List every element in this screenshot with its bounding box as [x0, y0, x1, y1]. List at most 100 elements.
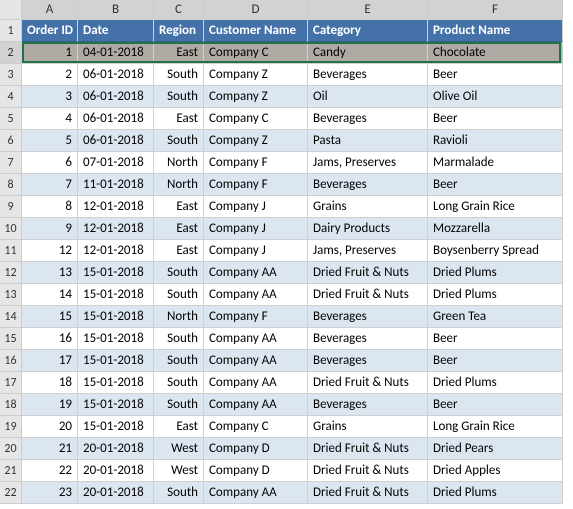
- cell[interactable]: Grains: [308, 416, 428, 438]
- cell[interactable]: Company C: [204, 416, 308, 438]
- cell[interactable]: Dried Fruit & Nuts: [308, 438, 428, 460]
- cell[interactable]: Jams, Preserves: [308, 240, 428, 262]
- cell[interactable]: Company F: [204, 174, 308, 196]
- cell[interactable]: Beverages: [308, 394, 428, 416]
- cell[interactable]: Boysenberry Spread: [428, 240, 563, 262]
- row-header[interactable]: 9: [0, 196, 22, 218]
- cell[interactable]: Company Z: [204, 64, 308, 86]
- cell[interactable]: Dried Plums: [428, 372, 563, 394]
- cell[interactable]: Beverages: [308, 64, 428, 86]
- cell[interactable]: West: [154, 460, 204, 482]
- cell[interactable]: Olive Oil: [428, 86, 563, 108]
- cell[interactable]: Company AA: [204, 328, 308, 350]
- cell[interactable]: 15-01-2018: [78, 284, 154, 306]
- table-header-cell[interactable]: Order ID: [22, 20, 78, 42]
- cell[interactable]: 15-01-2018: [78, 328, 154, 350]
- cell[interactable]: Dried Plums: [428, 262, 563, 284]
- cell[interactable]: East: [154, 196, 204, 218]
- cell[interactable]: East: [154, 42, 204, 64]
- cell[interactable]: 12-01-2018: [78, 196, 154, 218]
- cell[interactable]: Company F: [204, 152, 308, 174]
- cell[interactable]: Company D: [204, 460, 308, 482]
- cell[interactable]: South: [154, 328, 204, 350]
- cell[interactable]: Company AA: [204, 394, 308, 416]
- row-header[interactable]: 18: [0, 394, 22, 416]
- cell[interactable]: South: [154, 86, 204, 108]
- cell[interactable]: East: [154, 218, 204, 240]
- row-header[interactable]: 21: [0, 460, 22, 482]
- cell[interactable]: South: [154, 482, 204, 504]
- cell[interactable]: 15-01-2018: [78, 350, 154, 372]
- col-header-C[interactable]: C: [154, 0, 204, 20]
- cell[interactable]: 19: [22, 394, 78, 416]
- row-header[interactable]: 22: [0, 482, 22, 504]
- cell[interactable]: Company J: [204, 218, 308, 240]
- table-header-cell[interactable]: Region: [154, 20, 204, 42]
- cell[interactable]: 18: [22, 372, 78, 394]
- cell[interactable]: 7: [22, 174, 78, 196]
- table-header-cell[interactable]: Product Name: [428, 20, 563, 42]
- cell[interactable]: Dried Fruit & Nuts: [308, 460, 428, 482]
- table-header-cell[interactable]: Customer Name: [204, 20, 308, 42]
- row-header[interactable]: 15: [0, 328, 22, 350]
- cell[interactable]: Company F: [204, 306, 308, 328]
- cell[interactable]: Company AA: [204, 350, 308, 372]
- cell[interactable]: South: [154, 284, 204, 306]
- cell[interactable]: 06-01-2018: [78, 108, 154, 130]
- cell[interactable]: Company Z: [204, 86, 308, 108]
- cell[interactable]: 6: [22, 152, 78, 174]
- cell[interactable]: South: [154, 262, 204, 284]
- cell[interactable]: Beverages: [308, 174, 428, 196]
- cell[interactable]: Company Z: [204, 130, 308, 152]
- cell[interactable]: Beer: [428, 174, 563, 196]
- row-header[interactable]: 5: [0, 108, 22, 130]
- cell[interactable]: 20-01-2018: [78, 460, 154, 482]
- cell[interactable]: East: [154, 108, 204, 130]
- cell[interactable]: Green Tea: [428, 306, 563, 328]
- row-header[interactable]: 1: [0, 20, 22, 42]
- row-header[interactable]: 14: [0, 306, 22, 328]
- cell[interactable]: 9: [22, 218, 78, 240]
- col-header-E[interactable]: E: [308, 0, 428, 20]
- cell[interactable]: Chocolate: [428, 42, 563, 64]
- cell[interactable]: South: [154, 394, 204, 416]
- cell[interactable]: 1: [22, 42, 78, 64]
- cell[interactable]: West: [154, 438, 204, 460]
- cell[interactable]: 8: [22, 196, 78, 218]
- cell[interactable]: Long Grain Rice: [428, 416, 563, 438]
- cell[interactable]: North: [154, 306, 204, 328]
- cell[interactable]: 23: [22, 482, 78, 504]
- cell[interactable]: South: [154, 350, 204, 372]
- cell[interactable]: Company AA: [204, 262, 308, 284]
- cell[interactable]: Dried Pears: [428, 438, 563, 460]
- cell[interactable]: 5: [22, 130, 78, 152]
- cell[interactable]: 06-01-2018: [78, 86, 154, 108]
- cell[interactable]: Company AA: [204, 482, 308, 504]
- cell[interactable]: Marmalade: [428, 152, 563, 174]
- row-header[interactable]: 17: [0, 372, 22, 394]
- cell[interactable]: North: [154, 174, 204, 196]
- cell[interactable]: Oil: [308, 86, 428, 108]
- cell[interactable]: 06-01-2018: [78, 130, 154, 152]
- cell[interactable]: 04-01-2018: [78, 42, 154, 64]
- row-header[interactable]: 3: [0, 64, 22, 86]
- cell[interactable]: 15-01-2018: [78, 372, 154, 394]
- cell[interactable]: 21: [22, 438, 78, 460]
- cell[interactable]: Company C: [204, 42, 308, 64]
- cell[interactable]: 15-01-2018: [78, 416, 154, 438]
- col-header-B[interactable]: B: [78, 0, 154, 20]
- cell[interactable]: Beer: [428, 64, 563, 86]
- cell[interactable]: Beverages: [308, 350, 428, 372]
- cell[interactable]: South: [154, 372, 204, 394]
- row-header[interactable]: 10: [0, 218, 22, 240]
- cell[interactable]: Company D: [204, 438, 308, 460]
- cell[interactable]: Dried Fruit & Nuts: [308, 372, 428, 394]
- cell[interactable]: 2: [22, 64, 78, 86]
- cell[interactable]: Beverages: [308, 108, 428, 130]
- cell[interactable]: North: [154, 152, 204, 174]
- cell[interactable]: Pasta: [308, 130, 428, 152]
- cell[interactable]: 15: [22, 306, 78, 328]
- cell[interactable]: 17: [22, 350, 78, 372]
- cell[interactable]: Ravioli: [428, 130, 563, 152]
- row-header[interactable]: 12: [0, 262, 22, 284]
